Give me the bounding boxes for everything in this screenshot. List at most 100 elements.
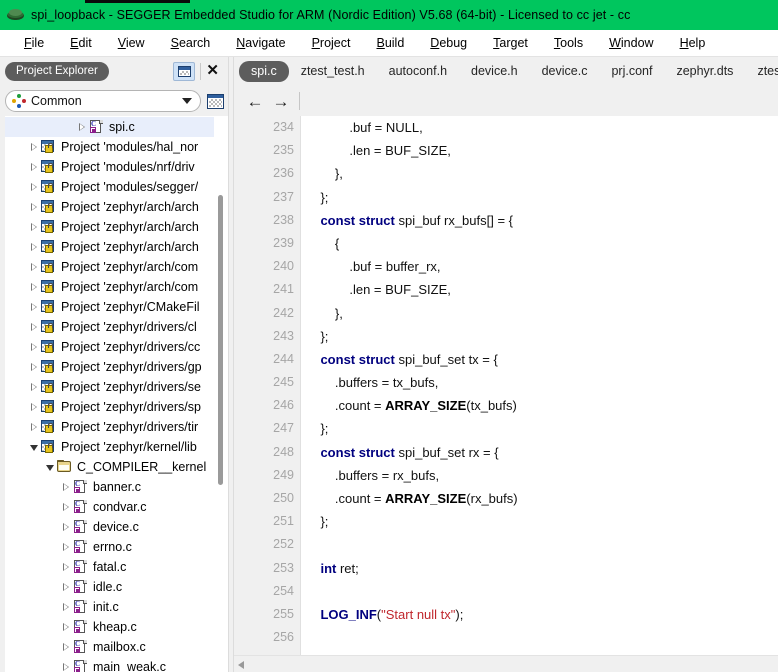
menu-item-file[interactable]: File <box>11 33 57 53</box>
tree-item[interactable]: C_COMPILER__kernel <box>5 457 214 477</box>
editor-horizontal-scrollbar[interactable] <box>234 655 778 672</box>
editor-tab-spi-c[interactable]: spi.c <box>239 61 289 82</box>
code-line[interactable]: .count = ARRAY_SIZE(rx_bufs) <box>306 487 778 510</box>
code-line[interactable]: const struct spi_buf_set tx = { <box>306 348 778 371</box>
tree-expand-arrow-closed-icon[interactable] <box>59 642 72 651</box>
code-line[interactable]: }; <box>306 325 778 348</box>
tree-expand-arrow-closed-icon[interactable] <box>27 222 40 231</box>
tree-expand-arrow-closed-icon[interactable] <box>59 562 72 571</box>
menu-item-tools[interactable]: Tools <box>541 33 596 53</box>
configuration-dropdown[interactable]: Common <box>5 90 201 112</box>
tree-item[interactable]: Project 'zephyr/drivers/sp <box>5 397 214 417</box>
menu-item-build[interactable]: Build <box>363 33 417 53</box>
code-line[interactable]: .len = BUF_SIZE, <box>306 139 778 162</box>
tree-expand-arrow-closed-icon[interactable] <box>27 262 40 271</box>
project-tree[interactable]: Cspi.c Project 'modules/hal_nor Project 'm… <box>5 117 214 672</box>
menu-item-target[interactable]: Target <box>480 33 541 53</box>
tree-item[interactable]: Project 'zephyr/kernel/lib <box>5 437 214 457</box>
menu-item-navigate[interactable]: Navigate <box>223 33 298 53</box>
menu-item-debug[interactable]: Debug <box>417 33 480 53</box>
tree-item[interactable]: Cerrno.c <box>5 537 214 557</box>
arrow-left-icon[interactable]: ← <box>242 90 268 112</box>
code-line[interactable]: .buffers = rx_bufs, <box>306 464 778 487</box>
tree-expand-arrow-closed-icon[interactable] <box>27 402 40 411</box>
editor-tab-device-c[interactable]: device.c <box>530 61 600 82</box>
code-line[interactable]: .len = BUF_SIZE, <box>306 278 778 301</box>
tree-expand-arrow-closed-icon[interactable] <box>59 582 72 591</box>
tree-item[interactable]: Project 'zephyr/arch/arch <box>5 197 214 217</box>
tree-item[interactable]: Ckheap.c <box>5 617 214 637</box>
code-line[interactable] <box>306 580 778 603</box>
editor-tab-autoconf-h[interactable]: autoconf.h <box>377 61 459 82</box>
tree-item[interactable]: Cfatal.c <box>5 557 214 577</box>
menu-item-window[interactable]: Window <box>596 33 666 53</box>
tree-item[interactable]: Project 'zephyr/arch/arch <box>5 237 214 257</box>
tree-item[interactable]: Cbanner.c <box>5 477 214 497</box>
tree-item[interactable]: Project 'zephyr/drivers/cc <box>5 337 214 357</box>
tree-expand-arrow-closed-icon[interactable] <box>27 422 40 431</box>
window-restore-icon-secondary[interactable] <box>207 93 224 109</box>
tree-item[interactable]: Cmailbox.c <box>5 637 214 657</box>
menu-item-edit[interactable]: Edit <box>57 33 105 53</box>
tree-item[interactable]: Project 'zephyr/arch/com <box>5 257 214 277</box>
tree-expand-arrow-open-icon[interactable] <box>27 444 40 451</box>
code-line[interactable] <box>306 626 778 649</box>
tree-expand-arrow-closed-icon[interactable] <box>59 542 72 551</box>
code-line[interactable]: { <box>306 232 778 255</box>
tree-expand-arrow-closed-icon[interactable] <box>27 382 40 391</box>
tree-item[interactable]: Project 'zephyr/arch/arch <box>5 217 214 237</box>
tree-item[interactable]: Project 'zephyr/arch/com <box>5 277 214 297</box>
tree-expand-arrow-open-icon[interactable] <box>43 464 56 471</box>
tree-item[interactable]: Cspi.c <box>5 117 214 137</box>
menu-item-search[interactable]: Search <box>158 33 224 53</box>
editor-tab-ztest-test-h[interactable]: ztest_test.h <box>289 61 377 82</box>
code-line[interactable]: const struct spi_buf_set rx = { <box>306 441 778 464</box>
code-editor[interactable]: 234 235 236 237 238 239 240 241 242 243 244 245 246 2… <box>241 116 778 655</box>
code-line[interactable]: }; <box>306 417 778 440</box>
tree-item[interactable]: Project 'zephyr/drivers/cl <box>5 317 214 337</box>
tree-expand-arrow-closed-icon[interactable] <box>59 622 72 631</box>
tree-expand-arrow-closed-icon[interactable] <box>27 282 40 291</box>
tree-item[interactable]: Cinit.c <box>5 597 214 617</box>
tree-item[interactable]: Cdevice.c <box>5 517 214 537</box>
chevron-down-icon[interactable] <box>182 98 192 104</box>
tree-item[interactable]: Project 'zephyr/drivers/se <box>5 377 214 397</box>
tree-item[interactable]: Project 'modules/hal_nor <box>5 137 214 157</box>
tree-vertical-scrollbar[interactable] <box>214 117 228 672</box>
window-restore-icon[interactable] <box>173 62 196 81</box>
tree-expand-arrow-closed-icon[interactable] <box>27 242 40 251</box>
arrow-right-icon[interactable]: → <box>268 90 294 112</box>
menu-item-project[interactable]: Project <box>299 33 364 53</box>
menu-item-help[interactable]: Help <box>667 33 719 53</box>
tree-expand-arrow-closed-icon[interactable] <box>27 342 40 351</box>
tree-expand-arrow-closed-icon[interactable] <box>27 162 40 171</box>
tree-expand-arrow-closed-icon[interactable] <box>59 662 72 671</box>
code-line[interactable]: }; <box>306 510 778 533</box>
tree-item[interactable]: Cmain_weak.c <box>5 657 214 672</box>
editor-tab-ztest-c[interactable]: ztest.c <box>745 61 778 82</box>
tree-item[interactable]: Cidle.c <box>5 577 214 597</box>
tree-expand-arrow-closed-icon[interactable] <box>27 362 40 371</box>
tree-expand-arrow-closed-icon[interactable] <box>59 502 72 511</box>
editor-tab-zephyr-dts[interactable]: zephyr.dts <box>664 61 745 82</box>
tree-expand-arrow-closed-icon[interactable] <box>27 182 40 191</box>
code-line[interactable]: .count = ARRAY_SIZE(tx_bufs) <box>306 394 778 417</box>
code-line[interactable]: const struct spi_buf rx_bufs[] = { <box>306 209 778 232</box>
tree-expand-arrow-closed-icon[interactable] <box>59 482 72 491</box>
editor-tab-device-h[interactable]: device.h <box>459 61 530 82</box>
tree-expand-arrow-closed-icon[interactable] <box>27 202 40 211</box>
tree-item[interactable]: Project 'zephyr/CMakeFil <box>5 297 214 317</box>
code-content[interactable]: .buf = NULL, .len = BUF_SIZE, }, }; cons… <box>301 116 778 655</box>
scroll-left-arrow-icon[interactable] <box>238 661 244 669</box>
menu-item-view[interactable]: View <box>105 33 158 53</box>
tree-item[interactable]: Project 'zephyr/drivers/gp <box>5 357 214 377</box>
tree-scrollbar-thumb[interactable] <box>218 195 223 485</box>
tree-item[interactable]: Project 'modules/segger/ <box>5 177 214 197</box>
code-line[interactable]: int ret; <box>306 557 778 580</box>
breakpoint-gutter[interactable] <box>241 116 258 655</box>
tree-item[interactable]: Ccondvar.c <box>5 497 214 517</box>
tree-expand-arrow-closed-icon[interactable] <box>75 122 88 131</box>
tree-item[interactable]: Project 'modules/nrf/driv <box>5 157 214 177</box>
tree-expand-arrow-closed-icon[interactable] <box>59 602 72 611</box>
editor-tab-prj-conf[interactable]: prj.conf <box>599 61 664 82</box>
